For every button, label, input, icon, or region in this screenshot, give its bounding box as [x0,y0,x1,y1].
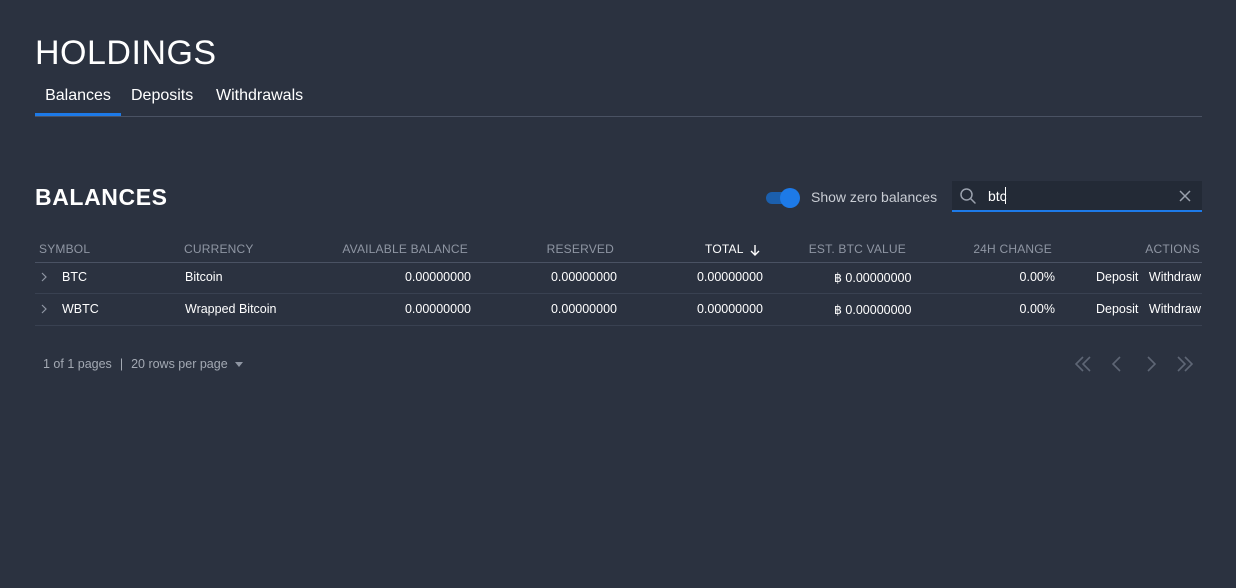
deposit-link[interactable]: Deposit [1096,302,1138,316]
rows-per-page-label: 20 rows per page [131,357,228,371]
tab-balances[interactable]: Balances [35,86,121,116]
symbol-link[interactable]: WBTC [62,302,99,316]
available-balance: 0.00000000 [404,270,471,284]
show-zero-balances-label: Show zero balances [811,189,938,205]
page-title: HOLDINGS [35,34,217,72]
total-balance: 0.00000000 [696,302,763,316]
tab-deposits[interactable]: Deposits [131,86,193,116]
next-page-icon[interactable] [1142,355,1160,373]
show-zero-balances-toggle[interactable] [765,188,801,208]
deposit-link[interactable]: Deposit [1096,270,1138,284]
col-24h-change[interactable]: 24H CHANGE [973,242,1052,256]
first-page-icon[interactable] [1074,355,1092,373]
col-actions: ACTIONS [1145,242,1200,256]
last-page-icon[interactable] [1176,355,1194,373]
change-24h: 0.00% [1019,270,1055,284]
table-row[interactable]: BTC Bitcoin 0.00000000 0.00000000 0.0000… [35,262,1202,294]
pagination-separator: | [119,357,124,371]
col-total[interactable]: TOTAL [705,242,760,256]
sort-descending-icon [750,244,760,256]
holdings-tabs: Balances Deposits Withdrawals [35,84,1202,117]
text-cursor [1005,187,1006,204]
table-row[interactable]: WBTC Wrapped Bitcoin 0.00000000 0.000000… [35,294,1202,326]
toggle-knob [780,188,800,208]
withdraw-link[interactable]: Withdraw [1149,270,1201,284]
withdraw-link[interactable]: Withdraw [1149,302,1201,316]
col-total-label: TOTAL [705,242,744,256]
currency-name: Bitcoin [185,270,223,284]
previous-page-icon[interactable] [1108,355,1126,373]
currency-name: Wrapped Bitcoin [185,302,277,316]
est-btc-value: ฿ 0.00000000 [834,303,912,317]
col-reserved[interactable]: RESERVED [547,242,614,256]
col-available-balance[interactable]: AVAILABLE BALANCE [342,242,468,256]
total-balance: 0.00000000 [696,270,763,284]
search-icon [960,188,976,204]
expand-row-icon[interactable] [40,272,48,282]
tab-withdrawals[interactable]: Withdrawals [216,86,303,116]
search-box [952,181,1202,212]
rows-per-page-select[interactable]: 20 rows per page [131,357,243,371]
symbol-link[interactable]: BTC [62,270,87,284]
reserved-balance: 0.00000000 [550,302,617,316]
change-24h: 0.00% [1019,302,1055,316]
expand-row-icon[interactable] [40,304,48,314]
col-est-btc-value[interactable]: EST. BTC VALUE [809,242,906,256]
table-header: SYMBOL CURRENCY AVAILABLE BALANCE RESERV… [35,240,1202,263]
balances-title: BALANCES [35,184,168,210]
col-currency[interactable]: CURRENCY [184,242,254,256]
reserved-balance: 0.00000000 [550,270,617,284]
page-count: 1 of 1 pages [43,357,112,371]
pagination-info: 1 of 1 pages | 20 rows per page [43,357,243,371]
col-symbol[interactable]: SYMBOL [39,242,90,256]
clear-search-icon[interactable] [1178,189,1192,203]
available-balance: 0.00000000 [404,302,471,316]
search-input[interactable] [988,186,1168,206]
chevron-down-icon [234,362,243,368]
est-btc-value: ฿ 0.00000000 [834,271,912,285]
